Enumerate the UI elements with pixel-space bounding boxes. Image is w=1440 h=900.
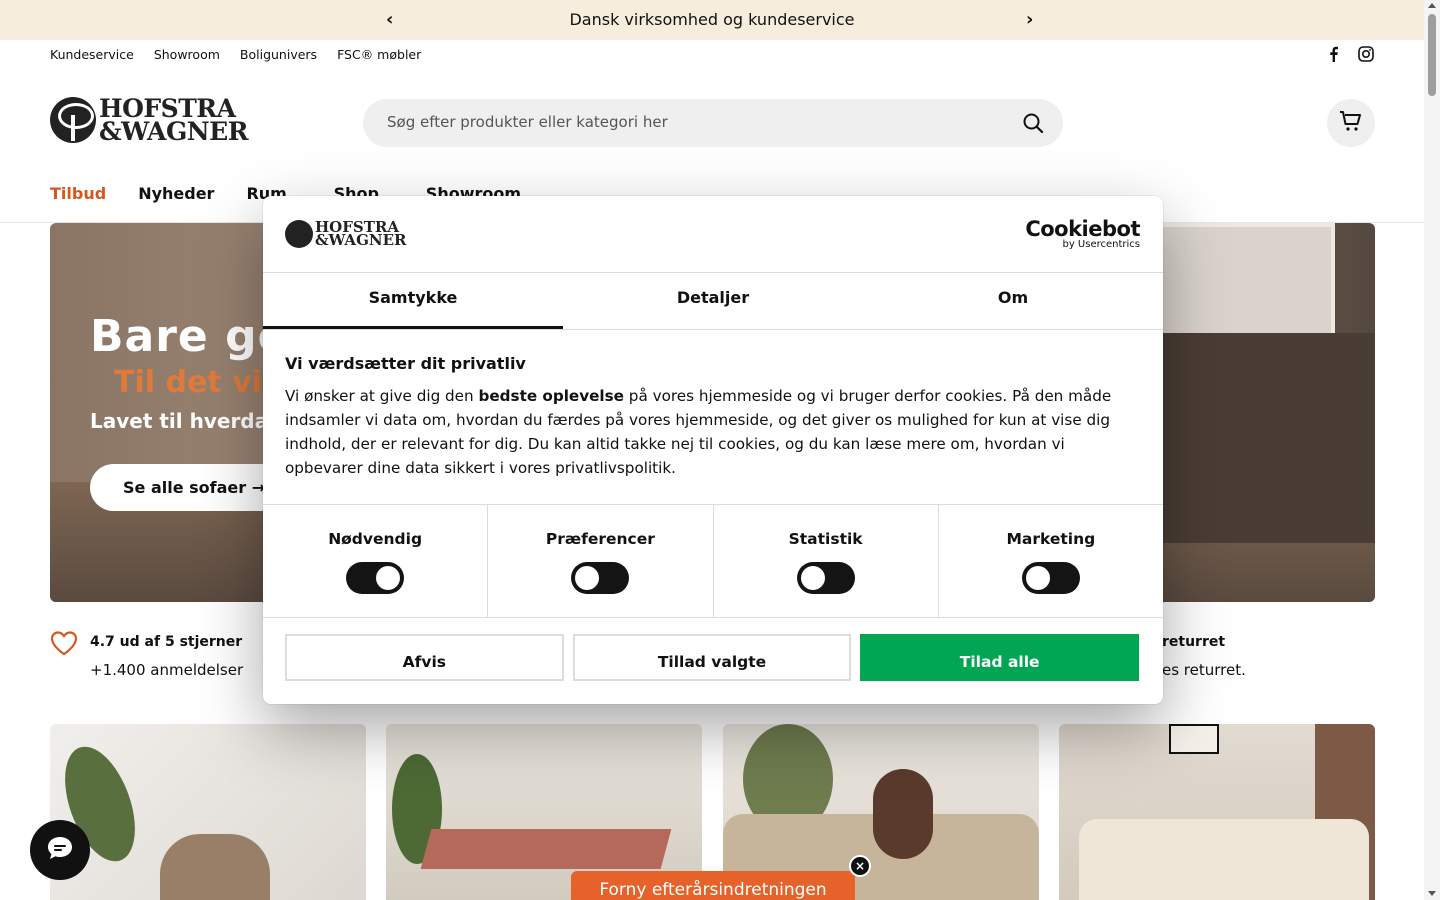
cart-button[interactable] xyxy=(1327,99,1375,147)
announcement-bar: ‹ Dansk virksomhed og kundeservice › xyxy=(0,0,1424,40)
cookiebot-logo[interactable]: Cookiebot by Usercentrics xyxy=(1025,217,1140,250)
consent-actions: Afvis Tillad valgte Tilad alle xyxy=(285,634,1140,682)
util-link-boligunivers[interactable]: Boligunivers xyxy=(240,47,317,62)
promo-bar[interactable]: Forny efterårsindretningen xyxy=(571,871,855,900)
utility-nav: Kundeservice Showroom Boligunivers FSC® … xyxy=(50,47,421,62)
necessary-switch[interactable] xyxy=(346,562,405,594)
brand-logo: HOFSTRA &WAGNER xyxy=(285,220,407,248)
close-icon[interactable]: × xyxy=(849,855,871,877)
nav-item-nyheder[interactable]: Nyheder xyxy=(138,184,214,203)
marketing-switch[interactable] xyxy=(1021,562,1080,594)
cookie-consent-dialog: HOFSTRA &WAGNER Cookiebot by Usercentric… xyxy=(263,196,1163,704)
tab-samtykke[interactable]: Samtykke xyxy=(263,273,563,329)
allow-all-button[interactable]: Tilad alle xyxy=(860,634,1140,681)
tree-logo-icon xyxy=(285,220,313,248)
allow-selected-button[interactable]: Tillad valgte xyxy=(572,634,852,681)
toggle-statistics: Statistik xyxy=(714,505,939,617)
chat-button[interactable] xyxy=(30,820,90,880)
usp-title: 4.7 ud af 5 stjerner xyxy=(90,634,243,650)
search-bar xyxy=(363,99,1063,147)
page-scrollbar[interactable] xyxy=(1424,0,1440,900)
scrollbar-thumb[interactable] xyxy=(1428,14,1436,96)
hero-subtitle: Til det vi xyxy=(114,365,262,400)
util-link-fsc[interactable]: FSC® møbler xyxy=(337,47,421,62)
util-link-kundeservice[interactable]: Kundeservice xyxy=(50,47,134,62)
instagram-icon[interactable] xyxy=(1358,46,1374,62)
statistics-switch[interactable] xyxy=(796,562,855,594)
consent-tabs: Samtykke Detaljer Om xyxy=(263,272,1163,330)
util-link-showroom[interactable]: Showroom xyxy=(154,47,220,62)
search-icon[interactable] xyxy=(1021,111,1045,139)
usp-text: es returret. xyxy=(1162,661,1246,679)
cart-icon xyxy=(1339,110,1363,136)
hero-title: Bare go xyxy=(90,311,289,362)
tab-detaljer[interactable]: Detaljer xyxy=(563,273,863,329)
toggle-marketing: Marketing xyxy=(939,505,1163,617)
tree-logo-icon xyxy=(50,97,96,143)
brand-logo[interactable]: HOFSTRA &WAGNER xyxy=(50,94,248,146)
toggle-preferences: Præferencer xyxy=(488,505,714,617)
heart-icon xyxy=(50,630,78,660)
facebook-icon[interactable] xyxy=(1326,46,1342,62)
promo-label: Forny efterårsindretningen xyxy=(599,880,827,900)
announcement-text: Dansk virksomhed og kundeservice xyxy=(569,10,855,29)
consent-heading: Vi værdsætter dit privatliv xyxy=(285,354,526,373)
social-links xyxy=(1326,46,1374,62)
search-input[interactable] xyxy=(387,113,1007,131)
consent-body: Vi ønsker at give dig den bedste oplevel… xyxy=(285,387,1112,477)
category-tile[interactable] xyxy=(50,724,366,900)
usp-text: +1.400 anmeldelser xyxy=(90,661,244,679)
chat-icon xyxy=(45,835,75,865)
preferences-switch[interactable] xyxy=(571,562,630,594)
chevron-right-icon[interactable]: › xyxy=(1026,9,1033,30)
category-tile[interactable] xyxy=(1059,724,1375,900)
reject-button[interactable]: Afvis xyxy=(285,634,564,681)
toggle-necessary: Nødvendig xyxy=(263,505,489,617)
consent-categories: Nødvendig Præferencer Statistik Marketin… xyxy=(263,504,1163,618)
nav-item-tilbud[interactable]: Tilbud xyxy=(50,184,106,203)
tab-om[interactable]: Om xyxy=(863,273,1163,329)
hero-tagline: Lavet til hverda xyxy=(90,409,269,433)
brand-wordmark: HOFSTRA &WAGNER xyxy=(99,94,248,146)
usp-title: returret xyxy=(1162,634,1226,650)
